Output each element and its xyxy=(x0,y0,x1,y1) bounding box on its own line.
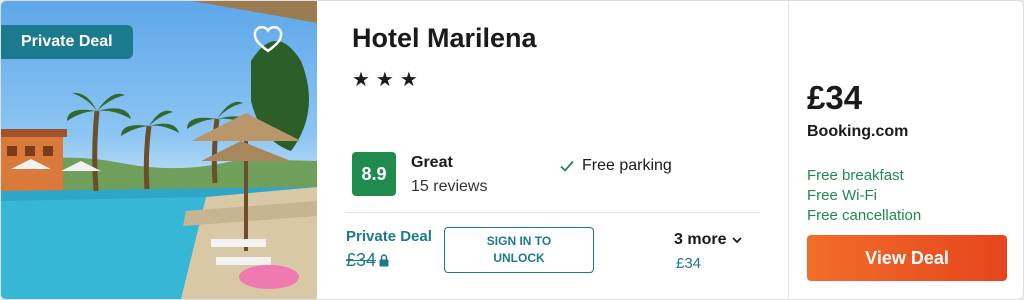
rating-score-badge: 8.9 xyxy=(352,152,396,196)
star-rating: ★★★ xyxy=(352,69,424,91)
amenity-free-parking: Free parking xyxy=(560,157,672,175)
unlock-button-line-1: SIGN IN TO xyxy=(486,234,552,248)
offer-perks: Free breakfast Free Wi-Fi Free cancellat… xyxy=(807,166,921,226)
more-deals-price: £34 xyxy=(676,255,702,272)
hotel-details: Hotel Marilena ★★★ 8.9 Great 15 reviews … xyxy=(317,1,789,299)
perk-item: Free Wi-Fi xyxy=(807,187,877,204)
sign-in-to-unlock-button[interactable]: SIGN IN TO UNLOCK xyxy=(444,227,594,273)
more-deals-label: 3 more xyxy=(674,231,727,248)
private-deal-badge: Private Deal xyxy=(1,25,133,59)
view-deal-button[interactable]: View Deal xyxy=(807,235,1007,281)
divider xyxy=(346,212,760,213)
offer-provider: Booking.com xyxy=(807,123,909,140)
hotel-name[interactable]: Hotel Marilena xyxy=(352,23,537,54)
heart-outline-icon xyxy=(253,25,283,53)
lock-icon xyxy=(379,254,389,267)
amenity-label: Free parking xyxy=(582,157,672,174)
offer-panel: £34 Booking.com Free breakfast Free Wi-F… xyxy=(788,1,1023,299)
offer-price: £34 xyxy=(807,79,863,116)
private-deal-price: £34 xyxy=(346,250,389,271)
perk-item: Free cancellation xyxy=(807,207,922,224)
rating-label: Great xyxy=(411,154,453,171)
hotel-card[interactable]: Private Deal Hotel Marilena ★★★ 8.9 Grea… xyxy=(0,0,1024,300)
more-deals-toggle[interactable]: 3 more xyxy=(674,231,743,249)
favorite-button[interactable] xyxy=(253,25,293,65)
perk-item: Free breakfast xyxy=(807,167,904,184)
unlock-button-line-2: UNLOCK xyxy=(493,251,545,265)
review-count[interactable]: 15 reviews xyxy=(411,178,487,196)
struck-price: £34 xyxy=(346,250,377,270)
chevron-down-icon xyxy=(732,236,743,243)
hotel-photo[interactable]: Private Deal xyxy=(1,1,317,299)
private-deal-label: Private Deal xyxy=(346,228,432,245)
check-icon xyxy=(560,160,574,172)
